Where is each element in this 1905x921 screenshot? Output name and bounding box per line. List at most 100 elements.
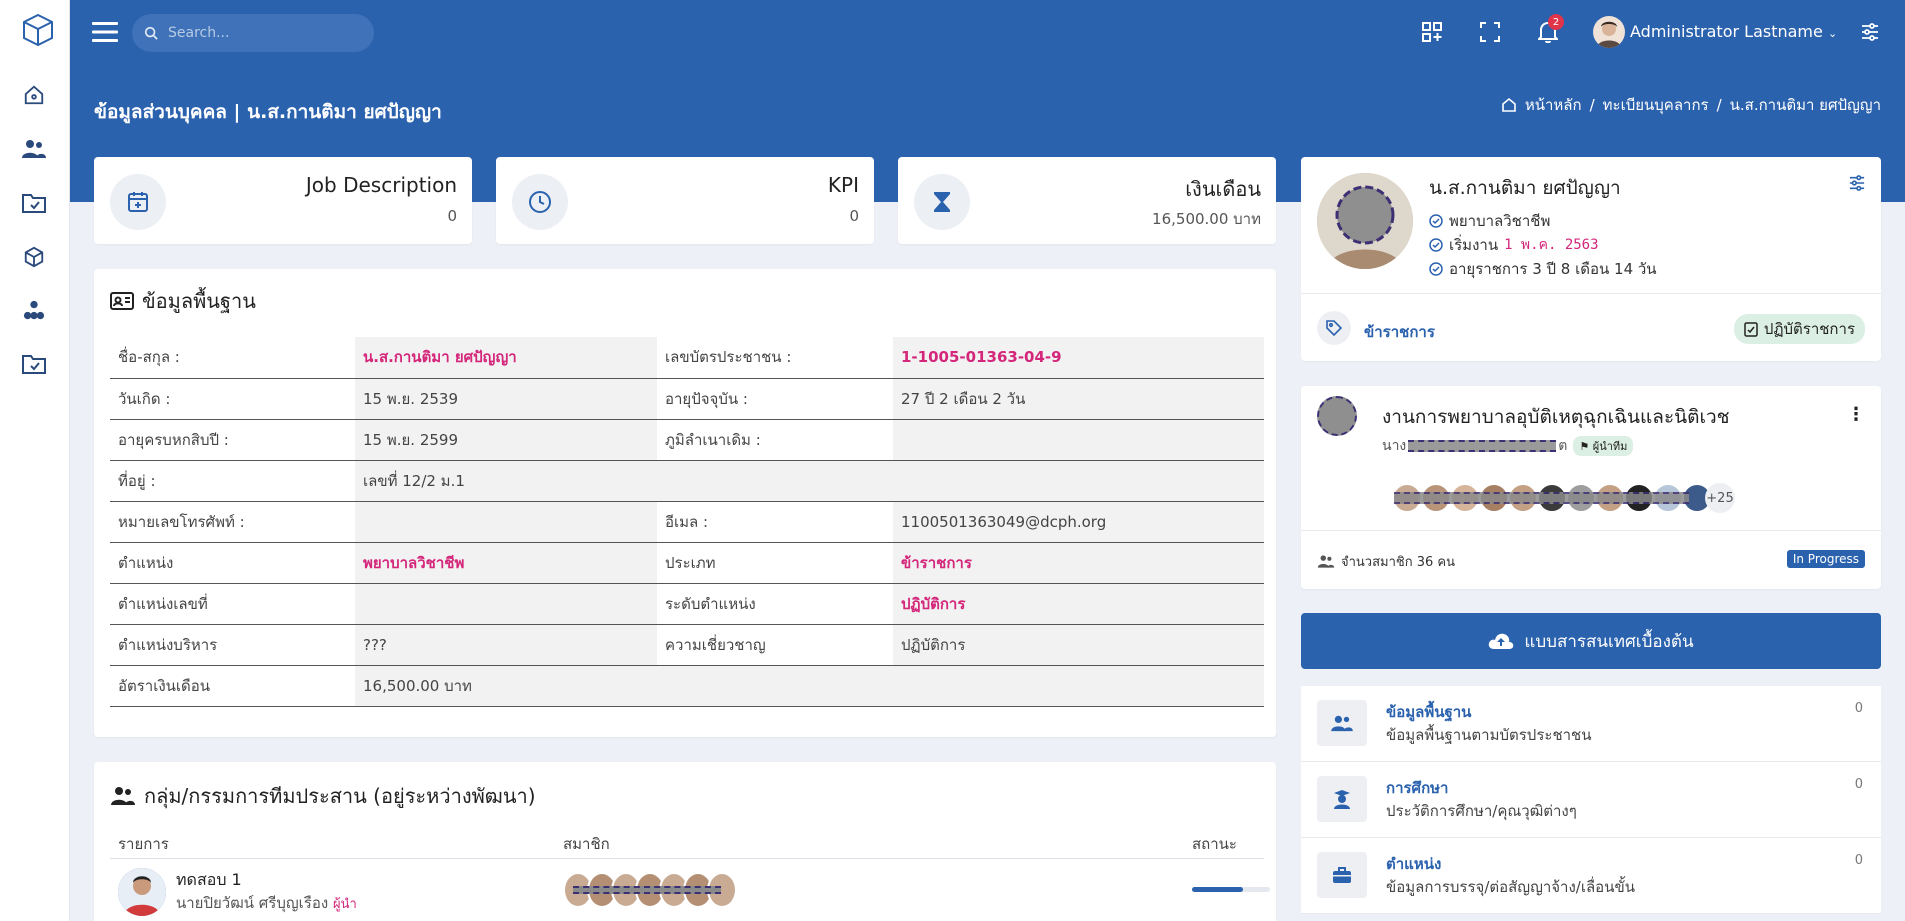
field-value (355, 501, 657, 543)
section-title: ข้อมูลพื้นฐาน (110, 285, 256, 317)
menu-item-count: 0 (1854, 853, 1863, 868)
basic-info-table: ชื่อ-สกุล : น.ส.กานติมา ยศปัญญา เลขบัตรประ… (110, 337, 1264, 707)
kpi-card[interactable]: KPI 0 (496, 157, 874, 244)
survey-button[interactable]: แบบสารสนเทศเบื้องต้น (1301, 613, 1881, 669)
search-icon (144, 26, 158, 40)
field-label: ตำแหน่ง (110, 542, 355, 584)
field-label: ระดับตำแหน่ง (657, 583, 893, 625)
search-input[interactable] (168, 25, 358, 41)
salary-card[interactable]: เงินเดือน 16,500.00 บาท (898, 157, 1276, 244)
fullscreen-icon[interactable] (1478, 20, 1502, 44)
member-avatars (563, 872, 773, 908)
section-title-text: กลุ่ม/กรรมการทีมประสาน (อยู่ระหว่างพัฒนา… (144, 784, 536, 808)
job-description-card[interactable]: Job Description 0 (94, 157, 472, 244)
team-leader: นาง ต ⚑ ผู้นำทีม (1382, 435, 1634, 457)
user-avatar[interactable] (1593, 16, 1625, 48)
field-label: อีเมล : (657, 501, 893, 543)
member-count-text: จำนวสมาชิก 36 คน (1341, 555, 1455, 570)
breadcrumb-separator: / (1589, 96, 1595, 114)
breadcrumb-separator: / (1716, 96, 1722, 114)
menu-item-position[interactable]: ตำแหน่ง ข้อมูลการบรรจุ/ต่อสัญญาจ้าง/เลื่… (1301, 838, 1881, 914)
field-label: ตำแหน่งบริหาร (110, 624, 355, 666)
table-row: ตำแหน่งบริหาร??? ความเชี่ยวชาญ ปฏิบัติการ (110, 624, 1264, 666)
team-card: งานการพยาบาลอุบัติเหตุฉุกเฉินและนิติเวช … (1301, 386, 1881, 589)
field-label: อายุครบหกสิบปี : (110, 419, 355, 461)
stat-value: 0 (849, 207, 859, 225)
profile-avatar (1317, 173, 1413, 269)
profile-card: น.ส.กานติมา ยศปัญญา พยาบาลวิชาชีพ เริ่มง… (1301, 157, 1881, 361)
breadcrumb: หน้าหลัก / ทะเบียนบุคลากร / น.ส.กานติมา … (1501, 93, 1881, 117)
position-text: พยาบาลวิชาชีพ (1449, 212, 1551, 230)
leader-name: นายปิยวัฒน์ ศรีบุญเรือง (176, 894, 329, 912)
status-button[interactable]: ปฏิบัติราชการ (1733, 314, 1865, 344)
stat-value: 16,500.00 บาท (1152, 210, 1261, 228)
user-group-icon (1317, 700, 1367, 746)
stat-title: Job Description (305, 173, 457, 197)
committee-card: กลุ่ม/กรรมการทีมประสาน (อยู่ระหว่างพัฒนา… (94, 762, 1276, 921)
settings-sliders-icon[interactable] (1858, 20, 1882, 44)
table-row: ที่อยู่ : เลขที่ 12/2 ม.1 (110, 460, 1264, 502)
check-circle-icon (1429, 262, 1443, 276)
leader-tag: ผู้นำทีม (1592, 440, 1628, 453)
field-value: 16,500.00 บาท (355, 665, 1264, 707)
org-chart-icon[interactable] (21, 298, 47, 324)
calendar-plus-icon (110, 174, 166, 230)
menu-item-title: ข้อมูลพื้นฐาน (1386, 703, 1472, 721)
member-count: จำนวสมาชิก 36 คน (1317, 551, 1455, 572)
home-icon[interactable] (21, 82, 47, 108)
settings-sliders-icon[interactable] (1849, 175, 1865, 191)
field-label: ชื่อ-สกุล : (110, 337, 355, 379)
field-value: 1-1005-01363-04-9 (893, 337, 1264, 379)
field-label: อัตราเงินเดือน (110, 665, 355, 707)
divider (1301, 293, 1881, 294)
field-value: เลขที่ 12/2 ม.1 (355, 460, 1264, 502)
profile-name: น.ส.กานติมา ยศปัญญา (1429, 177, 1621, 199)
tag-icon (1317, 311, 1351, 345)
field-label: เลขบัตรประชาชน : (657, 337, 893, 379)
committee-name: ทดสอบ 1 (176, 870, 242, 889)
table-row[interactable]: ทดสอบ 1 นายปิยวัฒน์ ศรีบุญเรือง ผู้นำ (110, 860, 1270, 920)
field-label: ที่อยู่ : (110, 460, 355, 502)
section-title-text: ข้อมูลพื้นฐาน (142, 289, 256, 313)
page-title: ข้อมูลส่วนบุคคล | น.ส.กานติมา ยศปัญญา (94, 101, 442, 123)
stat-value: 0 (447, 207, 457, 225)
clock-icon (512, 174, 568, 230)
clipboard-check-icon (1744, 322, 1758, 337)
more-options-icon[interactable]: ⋮ (1847, 404, 1865, 425)
more-members[interactable]: +25 (1705, 483, 1735, 513)
field-label: วันเกิด : (110, 378, 355, 420)
search-box[interactable] (132, 14, 374, 52)
field-value (893, 419, 1264, 461)
flag-icon: ⚑ (1579, 440, 1590, 453)
table-row: ตำแหน่งเลขที่ ระดับตำแหน่ง ปฏิบัติการ (110, 583, 1264, 625)
cube-icon[interactable] (21, 244, 47, 270)
menu-item-basic-info[interactable]: ข้อมูลพื้นฐาน ข้อมูลพื้นฐานตามบัตรประชาช… (1301, 686, 1881, 762)
briefcase-icon (1317, 852, 1367, 898)
folder-check-icon[interactable] (21, 351, 47, 377)
menu-icon[interactable] (92, 20, 118, 44)
divider (1301, 530, 1881, 531)
check-circle-icon (1429, 238, 1443, 252)
basic-info-card: ข้อมูลพื้นฐาน ชื่อ-สกุล : น.ส.กานติมา ยศป… (94, 269, 1276, 737)
apps-icon[interactable] (1420, 20, 1444, 44)
field-value: 15 พ.ย. 2539 (355, 378, 657, 420)
leader-tag: ผู้นำ (332, 897, 357, 912)
folder-check-icon[interactable] (21, 190, 47, 216)
employee-type: ข้าราชการ (1364, 323, 1435, 341)
table-row: วันเกิด :15 พ.ย. 2539 อายุปัจจุบัน :27 ปี… (110, 378, 1264, 420)
column-header: สมาชิก (563, 835, 610, 853)
breadcrumb-home[interactable]: หน้าหลัก (1525, 93, 1582, 117)
menu-item-subtitle: ประวัติการศึกษา/คุณวุฒิต่างๆ (1386, 802, 1577, 820)
menu-item-education[interactable]: การศึกษา ประวัติการศึกษา/คุณวุฒิต่างๆ 0 (1301, 762, 1881, 838)
user-menu[interactable]: Administrator Lastname ⌄ (1630, 22, 1837, 41)
section-title: กลุ่ม/กรรมการทีมประสาน (อยู่ระหว่างพัฒนา… (110, 780, 536, 812)
status-badge: In Progress (1786, 550, 1865, 568)
breadcrumb-registry[interactable]: ทะเบียนบุคลากร (1603, 93, 1709, 117)
table-row: หมายเลขโทรศัพท์ : อีเมล :1100501363049@dc… (110, 501, 1264, 543)
column-header: สถานะ (1192, 835, 1237, 853)
team-avatar (1317, 396, 1357, 436)
logo-cube-icon[interactable] (20, 12, 56, 48)
users-icon[interactable] (21, 136, 47, 162)
table-row: อัตราเงินเดือน 16,500.00 บาท (110, 665, 1264, 707)
menu-item-count: 0 (1854, 777, 1863, 792)
